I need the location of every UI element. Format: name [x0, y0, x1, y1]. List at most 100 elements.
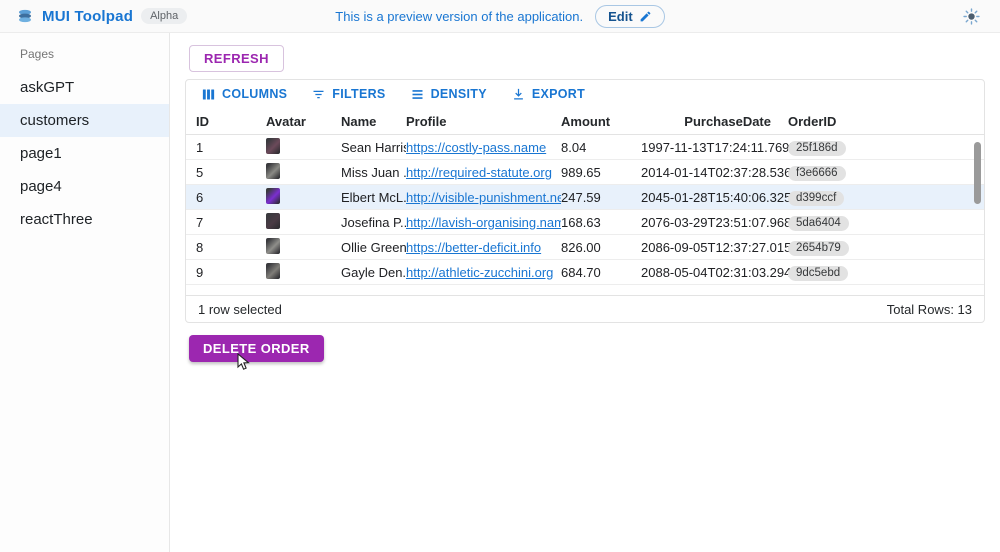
topbar: MUI Toolpad Alpha This is a preview vers…	[0, 0, 1000, 33]
edit-button[interactable]: Edit	[595, 5, 665, 28]
alpha-badge: Alpha	[141, 8, 187, 24]
cell-profile: http://lavish-organising.name	[406, 215, 561, 230]
cell-name: Ollie Green...	[341, 240, 406, 255]
grid-header-row: ID Avatar Name Profile Amount PurchaseDa…	[186, 108, 984, 135]
cell-id: 6	[196, 190, 266, 205]
cell-purchase-date: 2086-09-05T12:37:27.015Z	[641, 240, 771, 255]
sidebar-item-reactThree[interactable]: reactThree	[0, 203, 169, 236]
sidebar-item-askGPT[interactable]: askGPT	[0, 71, 169, 104]
vertical-scrollbar[interactable]	[974, 142, 981, 204]
table-row[interactable]: 8 Ollie Green...https://better-deficit.in…	[186, 235, 984, 260]
order-id-chip: d399ccf	[788, 191, 844, 206]
order-id-chip: 25f186d	[788, 141, 846, 156]
cell-amount: 684.70	[561, 265, 641, 280]
avatar	[266, 163, 280, 179]
cell-avatar	[266, 213, 341, 232]
export-button-label: EXPORT	[532, 87, 585, 101]
download-icon	[511, 87, 526, 102]
profile-link[interactable]: http://lavish-organising.name	[406, 215, 561, 230]
column-header-purchasedate[interactable]: PurchaseDate	[641, 114, 771, 129]
cell-order-id: 5da6404	[771, 214, 881, 231]
cell-profile: http://visible-punishment.net	[406, 190, 561, 205]
table-row[interactable]: 1 Sean Harrishttps://costly-pass.name 8.04…	[186, 135, 984, 160]
sidebar-header: Pages	[0, 41, 169, 71]
density-button[interactable]: DENSITY	[403, 84, 494, 105]
refresh-button[interactable]: REFRESH	[189, 45, 284, 72]
cell-amount: 989.65	[561, 165, 641, 180]
table-row[interactable]: 9 Gayle Den...http://athletic-zucchini.or…	[186, 260, 984, 285]
columns-icon	[201, 87, 216, 102]
density-icon	[410, 87, 425, 102]
density-button-label: DENSITY	[431, 87, 487, 101]
profile-link[interactable]: http://athletic-zucchini.org	[406, 265, 553, 280]
cell-purchase-date: 2014-01-14T02:37:28.536Z	[641, 165, 771, 180]
main-content: REFRESH COLUMNS	[170, 33, 1000, 552]
table-row[interactable]: 7 Josefina P...http://lavish-organising.n…	[186, 210, 984, 235]
total-rows: Total Rows: 13	[887, 302, 972, 317]
sidebar: Pages askGPTcustomerspage1page4reactThre…	[0, 33, 170, 552]
cell-purchase-date: 1997-11-13T17:24:11.769Z	[641, 140, 771, 155]
profile-link[interactable]: https://costly-pass.name	[406, 140, 546, 155]
avatar	[266, 188, 280, 204]
avatar	[266, 263, 280, 279]
table-row[interactable]: 6 Elbert McL...http://visible-punishment.…	[186, 185, 984, 210]
order-id-chip: f3e6666	[788, 166, 846, 181]
cell-amount: 168.63	[561, 215, 641, 230]
cell-order-id: f3e6666	[771, 164, 881, 181]
export-button[interactable]: EXPORT	[504, 84, 592, 105]
pencil-icon	[639, 10, 652, 23]
order-id-chip: 5da6404	[788, 216, 849, 231]
avatar	[266, 138, 280, 154]
cell-id: 1	[196, 140, 266, 155]
cell-name: Miss Juan ...	[341, 165, 406, 180]
cell-profile: https://better-deficit.info	[406, 240, 561, 255]
edit-button-label: Edit	[608, 9, 633, 24]
sidebar-item-customers[interactable]: customers	[0, 104, 169, 137]
cell-name: Gayle Den...	[341, 265, 406, 280]
column-header-profile[interactable]: Profile	[406, 114, 561, 129]
app-title: MUI Toolpad	[42, 8, 133, 25]
cell-profile: http://athletic-zucchini.org	[406, 265, 561, 280]
column-header-amount[interactable]: Amount	[561, 114, 641, 129]
cell-id: 7	[196, 215, 266, 230]
filters-button[interactable]: FILTERS	[304, 84, 392, 105]
cell-order-id: 2654b79	[771, 239, 881, 256]
columns-button[interactable]: COLUMNS	[194, 84, 294, 105]
cell-name: Sean Harris	[341, 140, 406, 155]
cell-name: Josefina P...	[341, 215, 406, 230]
cell-name: Elbert McL...	[341, 190, 406, 205]
profile-link[interactable]: http://visible-punishment.net	[406, 190, 561, 205]
cell-profile: http://required-statute.org	[406, 165, 561, 180]
profile-link[interactable]: http://required-statute.org	[406, 165, 552, 180]
order-id-chip: 9dc5ebd	[788, 266, 848, 281]
cell-avatar	[266, 238, 341, 257]
cell-amount: 826.00	[561, 240, 641, 255]
sun-icon	[963, 8, 980, 25]
columns-button-label: COLUMNS	[222, 87, 287, 101]
grid-footer: 1 row selected Total Rows: 13	[186, 295, 984, 322]
grid-toolbar: COLUMNS FILTERS DE	[186, 80, 984, 108]
app-brand: MUI Toolpad Alpha	[16, 7, 187, 25]
avatar	[266, 238, 280, 254]
profile-link[interactable]: https://better-deficit.info	[406, 240, 541, 255]
toolpad-logo-icon	[16, 7, 34, 25]
cell-order-id: 25f186d	[771, 139, 881, 156]
cell-purchase-date: 2088-05-04T02:31:03.294Z	[641, 265, 771, 280]
cell-amount: 247.59	[561, 190, 641, 205]
delete-order-button[interactable]: DELETE ORDER	[189, 335, 324, 362]
cell-avatar	[266, 188, 341, 207]
cell-profile: https://costly-pass.name	[406, 140, 561, 155]
column-header-orderid[interactable]: OrderID	[771, 114, 881, 129]
table-row[interactable]: 5Miss Juan ...http://required-statute.or…	[186, 160, 984, 185]
cell-avatar	[266, 138, 341, 157]
column-header-name[interactable]: Name	[341, 114, 406, 129]
cell-id: 8	[196, 240, 266, 255]
grid-scroll-spacer	[186, 285, 984, 295]
sidebar-item-page4[interactable]: page4	[0, 170, 169, 203]
sidebar-item-page1[interactable]: page1	[0, 137, 169, 170]
column-header-avatar[interactable]: Avatar	[266, 114, 341, 129]
theme-toggle-button[interactable]	[958, 3, 984, 29]
cell-id: 9	[196, 265, 266, 280]
column-header-id[interactable]: ID	[196, 114, 266, 129]
cell-amount: 8.04	[561, 140, 641, 155]
